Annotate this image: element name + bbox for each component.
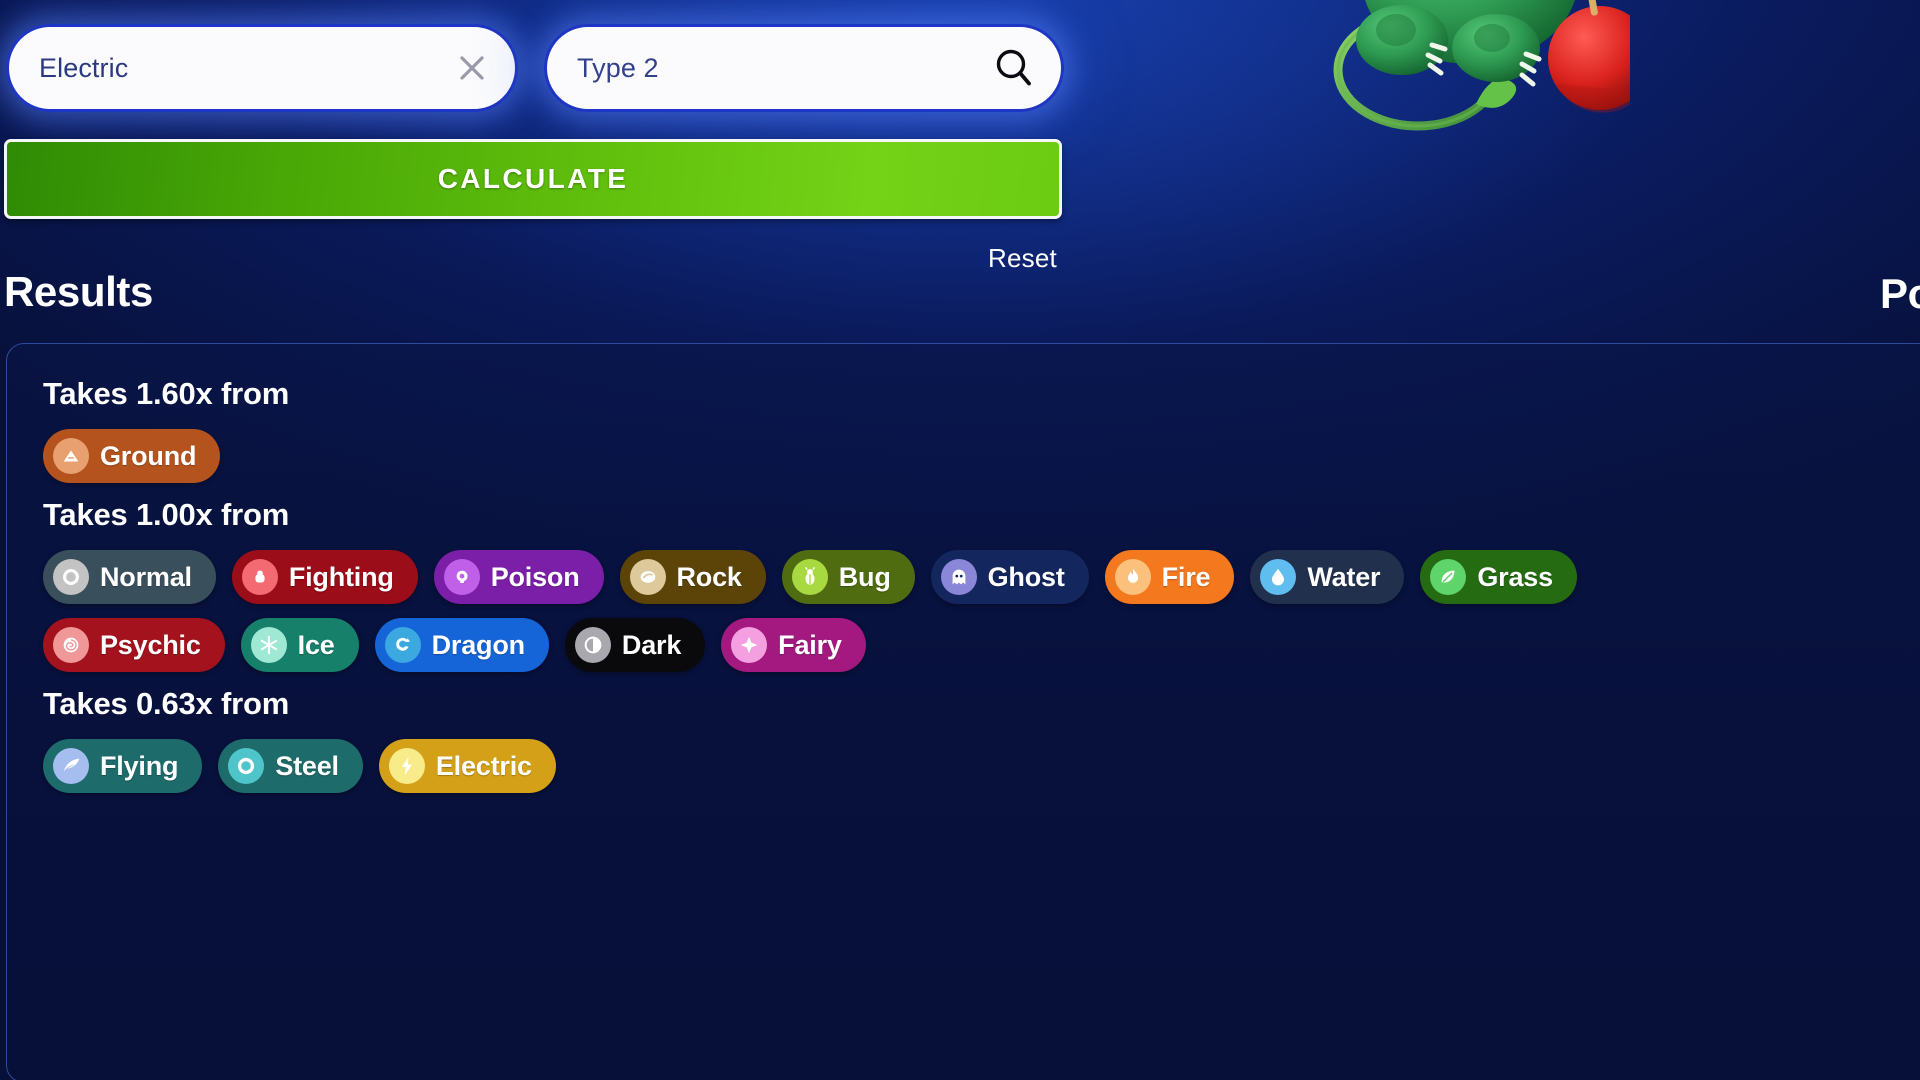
calculate-button-label: CALCULATE [437, 163, 629, 194]
ice-icon [250, 627, 287, 663]
normal-icon [53, 559, 89, 595]
type-badge-flying[interactable]: Flying [43, 739, 203, 793]
effectiveness-group-title: Takes 1.00x from [43, 497, 290, 532]
grass-icon [1430, 559, 1467, 595]
type-badge-row: Ground [43, 429, 1899, 483]
effectiveness-group: Takes 1.60x from Ground [43, 376, 1899, 483]
type-badge-label: Poison [490, 561, 580, 592]
effectiveness-group: Takes 1.00x from Normal Fighting Poison Rock… [43, 497, 1899, 672]
effectiveness-group-title: Takes 0.63x from [43, 686, 290, 721]
results-card: Takes 1.60x from Ground Takes 1.00x from No… [6, 343, 1920, 1080]
type-search-row: Electric Type 2 [6, 24, 1066, 112]
magnifier-icon[interactable] [993, 47, 1035, 89]
type1-search-field[interactable]: Electric [6, 24, 518, 112]
type-badge-label: Fairy [778, 629, 842, 660]
type-badge-ground[interactable]: Ground [43, 429, 221, 483]
close-x-icon[interactable] [455, 51, 489, 85]
reset-link[interactable]: Reset [988, 243, 1057, 274]
type-badge-fire[interactable]: Fire [1104, 550, 1235, 604]
type-badge-label: Water [1307, 561, 1381, 592]
type-badge-dragon[interactable]: Dragon [374, 618, 549, 672]
type-badge-row: Normal Fighting Poison Rock Bug Ghost Fire Wate… [43, 550, 1899, 604]
type2-placeholder: Type 2 [577, 52, 659, 83]
type-badge-label: Fighting [288, 561, 394, 592]
ghost-icon [940, 559, 977, 595]
type-badge-ghost[interactable]: Ghost [930, 550, 1089, 604]
calculate-button[interactable]: CALCULATE [4, 139, 1062, 219]
type-badge-rows: Normal Fighting Poison Rock Bug Ghost Fire Wate… [43, 550, 1899, 672]
ground-icon [53, 438, 89, 474]
steel-icon [228, 748, 265, 784]
type1-value: Electric [39, 52, 129, 83]
effectiveness-group: Takes 0.63x from Flying Steel Electric [43, 686, 1899, 793]
type-badge-electric[interactable]: Electric [378, 739, 556, 793]
rock-icon [629, 559, 666, 595]
fire-icon [1114, 559, 1151, 595]
type-badge-label: Grass [1477, 561, 1553, 592]
type-badge-grass[interactable]: Grass [1420, 550, 1577, 604]
type-badge-label: Electric [435, 750, 532, 781]
type2-search-field[interactable]: Type 2 [544, 24, 1064, 112]
type-badge-label: Bug [838, 561, 891, 592]
water-icon [1260, 559, 1297, 595]
type-badge-label: Flying [100, 750, 179, 781]
type-badge-water[interactable]: Water [1250, 550, 1405, 604]
dark-icon [574, 627, 611, 663]
type-badge-rock[interactable]: Rock [619, 550, 766, 604]
fairy-icon [731, 627, 768, 663]
type-badge-row: Flying Steel Electric [43, 739, 1899, 793]
type-badge-fighting[interactable]: Fighting [231, 550, 418, 604]
type-badge-psychic[interactable]: Psychic [43, 618, 225, 672]
type-badge-steel[interactable]: Steel [218, 739, 363, 793]
type-badge-rows: Flying Steel Electric [43, 739, 1899, 793]
effectiveness-group-title: Takes 1.60x from [43, 376, 290, 411]
type-badge-label: Normal [100, 561, 192, 592]
type-badge-normal[interactable]: Normal [43, 550, 216, 604]
type-badge-label: Ground [100, 440, 197, 471]
psychic-icon [53, 627, 89, 663]
electric-icon [388, 748, 425, 784]
type-badge-label: Ice [297, 629, 335, 660]
type-badge-fairy[interactable]: Fairy [721, 618, 866, 672]
type-badge-dark[interactable]: Dark [564, 618, 706, 672]
effectiveness-groups: Takes 1.60x from Ground Takes 1.00x from No… [43, 376, 1899, 793]
type-badge-label: Ghost [987, 561, 1065, 592]
results-heading: Results [4, 268, 153, 315]
dragon-icon [384, 627, 421, 663]
pokemon-heading: Pokémon [1880, 270, 1920, 317]
type-badge-label: Psychic [100, 629, 201, 660]
type-badge-label: Dragon [431, 629, 526, 660]
type-badge-label: Rock [676, 561, 742, 592]
poison-icon [443, 559, 480, 595]
type-badge-poison[interactable]: Poison [433, 550, 604, 604]
type-badge-ice[interactable]: Ice [240, 618, 359, 672]
type-badge-label: Fire [1161, 561, 1211, 592]
bug-icon [791, 559, 828, 595]
type-badge-rows: Ground [43, 429, 1899, 483]
type-badge-label: Steel [275, 750, 339, 781]
type-badge-bug[interactable]: Bug [781, 550, 915, 604]
flying-icon [53, 748, 89, 784]
type-badge-label: Dark [621, 629, 682, 660]
fighting-icon [241, 559, 278, 595]
type-badge-row: Psychic Ice Dragon Dark Fairy [43, 618, 1899, 672]
